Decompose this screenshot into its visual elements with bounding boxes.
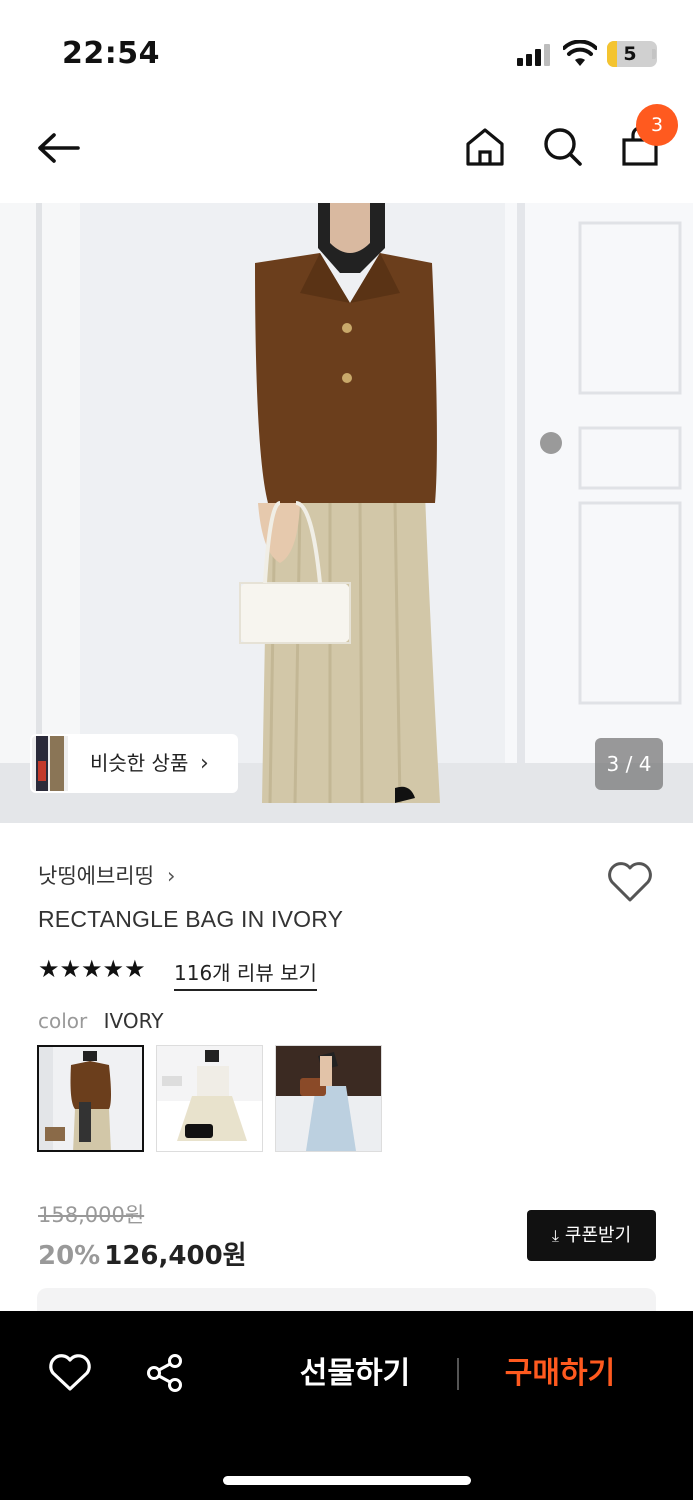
swatch-black[interactable] — [156, 1045, 263, 1152]
star-rating: ★★★★★ — [38, 955, 146, 983]
product-title: RECTANGLE BAG IN IVORY — [38, 906, 344, 932]
buy-button[interactable]: 구매하기 — [480, 1349, 640, 1399]
price-row: 20% 126,400원 — [38, 1235, 247, 1271]
coupon-label: 쿠폰받기 — [564, 1225, 632, 1246]
review-link[interactable]: 116개 리뷰 보기 — [174, 957, 317, 991]
product-image[interactable]: 비슷한 상품 › 3 / 4 — [0, 203, 693, 823]
swatch-ivory[interactable] — [37, 1045, 144, 1152]
similar-thumbnail — [32, 736, 68, 791]
cart-badge: 3 — [636, 104, 678, 146]
heart-icon[interactable] — [48, 1353, 92, 1393]
share-icon[interactable] — [145, 1353, 185, 1393]
image-counter: 3 / 4 — [595, 738, 663, 790]
similar-products-button[interactable]: 비슷한 상품 › — [30, 734, 238, 793]
top-nav — [0, 100, 693, 203]
status-time: 22:54 — [62, 36, 160, 71]
battery-icon: 5 — [607, 41, 657, 67]
color-row: color IVORY — [38, 1009, 163, 1033]
similar-products-label: 비슷한 상품 — [90, 751, 189, 775]
color-label: color — [38, 1009, 88, 1033]
back-arrow-icon[interactable] — [34, 128, 84, 168]
coupon-button[interactable]: ⤓ 쿠폰받기 — [527, 1210, 656, 1261]
download-icon: ⤓ — [551, 1226, 559, 1245]
signal-icon — [517, 44, 551, 66]
gift-button[interactable]: 선물하기 — [270, 1349, 440, 1399]
divider — [457, 1358, 459, 1390]
search-icon[interactable] — [540, 124, 586, 170]
product-photo — [0, 203, 693, 823]
brand-link[interactable]: 낫띵에브리띵 › — [38, 860, 175, 894]
status-bar: 22:54 5 — [0, 0, 693, 100]
brand-name: 낫띵에브리띵 — [38, 864, 154, 888]
bottom-action-bar: 선물하기 구매하기 — [0, 1311, 693, 1500]
sale-price: 126,400원 — [104, 1241, 247, 1271]
discount-rate: 20% — [38, 1241, 101, 1271]
home-icon[interactable] — [462, 124, 508, 170]
home-indicator — [223, 1476, 471, 1485]
heart-icon[interactable] — [606, 860, 654, 904]
chevron-right-icon: › — [167, 864, 176, 888]
swatch-brown[interactable] — [275, 1045, 382, 1152]
battery-level: 5 — [623, 43, 637, 65]
color-value: IVORY — [103, 1009, 164, 1033]
chevron-right-icon: › — [200, 751, 209, 776]
original-price: 158,000원 — [38, 1203, 145, 1227]
wifi-icon — [563, 40, 597, 66]
